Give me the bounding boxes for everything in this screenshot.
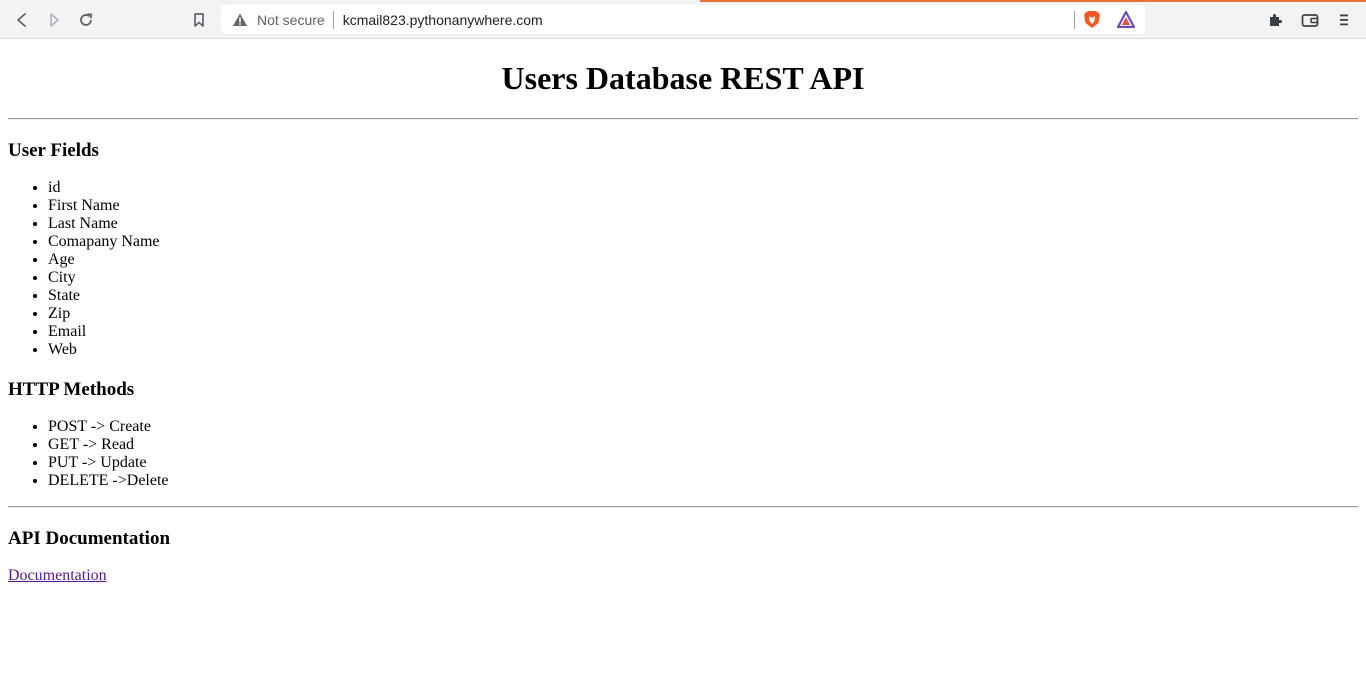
puzzle-piece-icon[interactable]	[1264, 8, 1288, 32]
documentation-link[interactable]: Documentation	[8, 567, 107, 584]
list-item: GET -> Read	[48, 436, 1358, 454]
tab-accent-bar	[700, 0, 1366, 2]
divider-bottom	[8, 506, 1358, 508]
list-item: City	[48, 269, 1358, 287]
bookmark-icon[interactable]	[187, 8, 211, 32]
list-item: Email	[48, 323, 1358, 341]
divider-top	[8, 118, 1358, 120]
address-right-divider	[1074, 11, 1075, 29]
list-item: Age	[48, 251, 1358, 269]
url-text[interactable]: kcmail823.pythonanywhere.com	[343, 12, 543, 28]
http-methods-heading: HTTP Methods	[8, 379, 135, 400]
address-divider	[332, 10, 334, 29]
list-item: Web	[48, 341, 1358, 359]
address-bar[interactable]: Not secure kcmail823.pythonanywhere.com	[221, 5, 1145, 34]
list-item: First Name	[48, 197, 1358, 215]
reload-icon[interactable]	[74, 8, 98, 32]
security-status-label[interactable]: Not secure	[257, 12, 325, 28]
forward-arrow-icon[interactable]	[42, 8, 66, 32]
list-item: POST -> Create	[48, 418, 1358, 436]
brave-rewards-triangle-icon[interactable]	[1116, 10, 1136, 31]
brave-lion-icon[interactable]	[1083, 10, 1101, 32]
list-item: State	[48, 287, 1358, 305]
hamburger-menu-icon[interactable]	[1332, 8, 1356, 32]
list-item: PUT -> Update	[48, 454, 1358, 472]
api-docs-paragraph: Documentation	[8, 567, 1358, 585]
wallet-icon[interactable]	[1298, 8, 1322, 32]
user-fields-heading: User Fields	[8, 140, 99, 161]
browser-toolbar: Not secure kcmail823.pythonanywhere.com	[0, 0, 1366, 39]
warning-triangle-icon[interactable]	[232, 12, 248, 28]
list-item: Last Name	[48, 215, 1358, 233]
back-arrow-icon[interactable]	[10, 8, 34, 32]
page-title: Users Database REST API	[501, 60, 865, 96]
user-fields-list: id First Name Last Name Comapany Name Ag…	[8, 179, 1358, 359]
list-item: Zip	[48, 305, 1358, 323]
api-docs-heading: API Documentation	[8, 528, 171, 549]
list-item: id	[48, 179, 1358, 197]
list-item: DELETE ->Delete	[48, 472, 1358, 490]
list-item: Comapany Name	[48, 233, 1358, 251]
http-methods-list: POST -> Create GET -> Read PUT -> Update…	[8, 418, 1358, 490]
page-body: Users Database REST API User Fields id F…	[0, 60, 1366, 585]
